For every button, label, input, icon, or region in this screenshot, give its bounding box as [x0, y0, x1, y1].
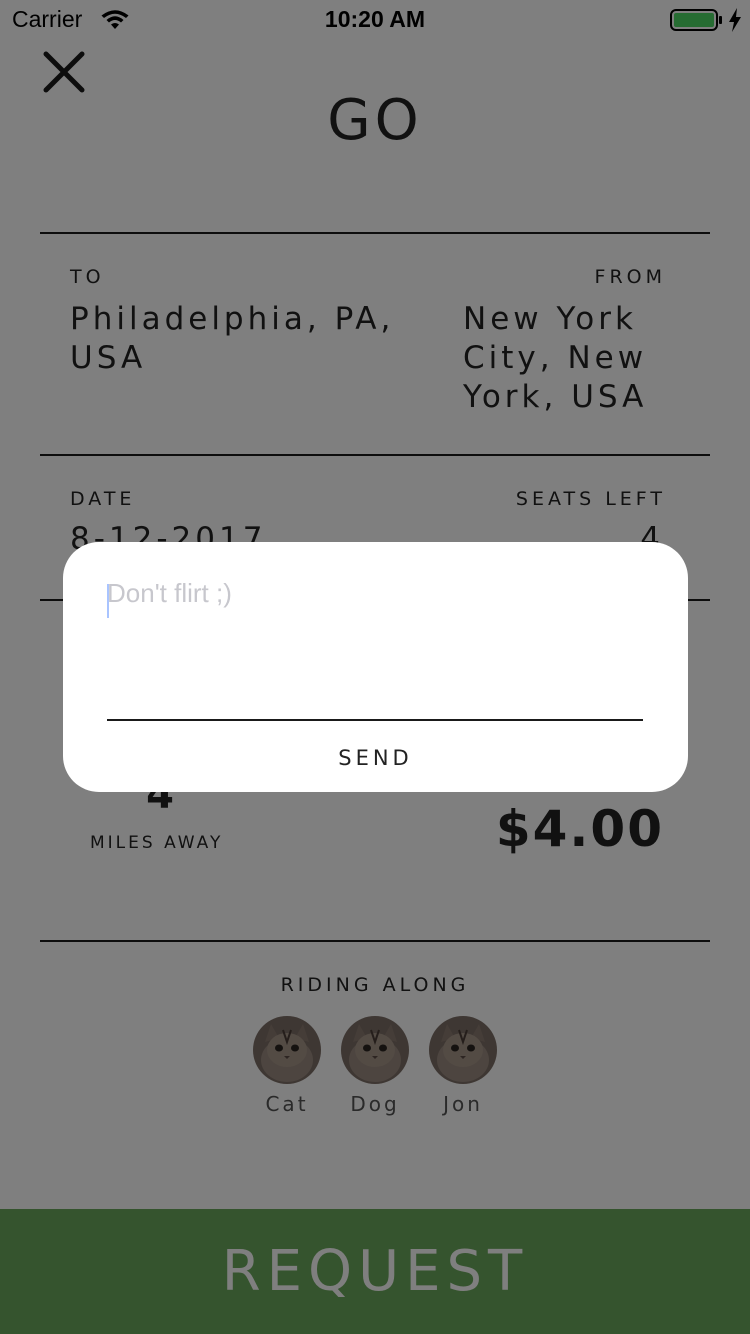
send-button[interactable]: SEND: [63, 738, 688, 778]
input-underline: [107, 719, 643, 721]
text-cursor: [107, 584, 109, 618]
message-input[interactable]: [107, 578, 643, 698]
message-modal: SEND: [63, 542, 688, 792]
